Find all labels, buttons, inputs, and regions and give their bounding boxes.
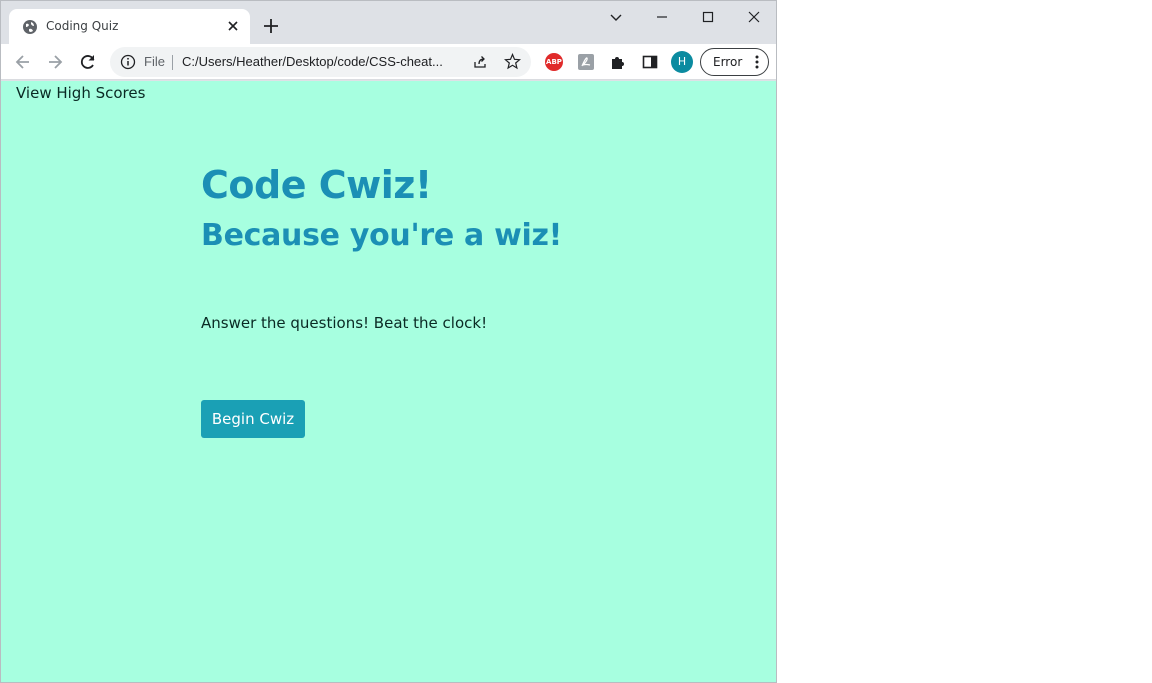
maximize-icon[interactable] — [697, 6, 719, 28]
browser-window: Coding Quiz File C:/Users/Heather/Deskto… — [0, 0, 777, 683]
pdf-extension-icon[interactable] — [577, 53, 595, 71]
profile-avatar[interactable]: H — [671, 51, 693, 73]
bookmark-star-icon[interactable] — [504, 53, 521, 70]
page-viewport: View High Scores Code Cwiz! Because you'… — [1, 81, 776, 682]
omnibox-divider — [172, 55, 173, 70]
minimize-icon[interactable] — [651, 6, 673, 28]
quiz-instructions: Answer the questions! Beat the clock! — [201, 314, 488, 332]
file-scheme-label: File — [144, 54, 165, 69]
address-bar[interactable]: File C:/Users/Heather/Desktop/code/CSS-c… — [110, 47, 531, 77]
forward-icon[interactable] — [45, 52, 65, 72]
url-text[interactable]: C:/Users/Heather/Desktop/code/CSS-cheat.… — [182, 54, 443, 69]
begin-quiz-button[interactable]: Begin Cwiz — [201, 400, 305, 438]
close-tab-icon[interactable] — [225, 18, 241, 34]
share-icon[interactable] — [472, 54, 488, 70]
reload-icon[interactable] — [78, 52, 98, 72]
error-chip-button[interactable]: Error — [700, 48, 769, 76]
tab-coding-quiz[interactable]: Coding Quiz — [9, 9, 250, 44]
adblock-plus-icon[interactable]: ABP — [545, 53, 563, 71]
tab-search-chevron-icon[interactable] — [605, 6, 627, 28]
close-window-icon[interactable] — [743, 6, 765, 28]
side-panel-icon[interactable] — [641, 53, 659, 71]
new-tab-icon[interactable] — [261, 16, 281, 36]
tab-title: Coding Quiz — [46, 19, 119, 33]
browser-toolbar: File C:/Users/Heather/Desktop/code/CSS-c… — [1, 44, 776, 80]
back-icon[interactable] — [13, 52, 33, 72]
more-menu-icon[interactable] — [750, 54, 764, 70]
extensions-puzzle-icon[interactable] — [609, 53, 627, 71]
view-high-scores-link[interactable]: View High Scores — [16, 84, 145, 102]
page-subtitle: Because you're a wiz! — [201, 218, 563, 253]
tab-strip: Coding Quiz — [1, 1, 776, 44]
info-icon[interactable] — [120, 54, 136, 70]
page-title: Code Cwiz! — [201, 163, 432, 207]
error-chip-label: Error — [713, 55, 743, 69]
globe-icon — [23, 20, 37, 34]
